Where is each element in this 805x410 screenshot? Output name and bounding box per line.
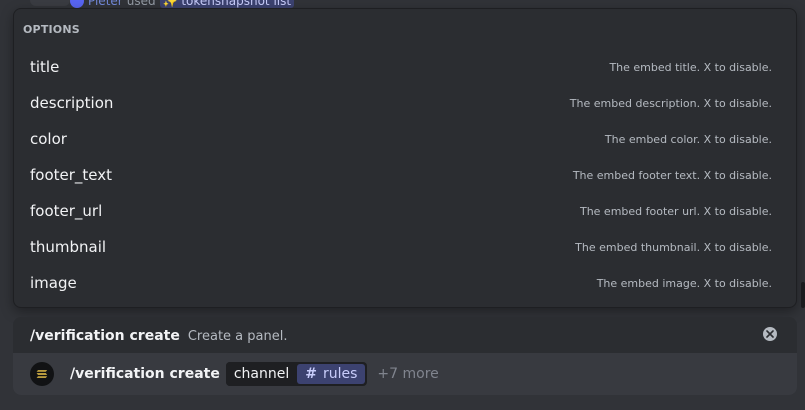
command-preview: /verification create Create a panel. xyxy=(13,317,797,355)
more-parameters-label[interactable]: +7 more xyxy=(377,366,438,382)
option-description: The embed image. X to disable. xyxy=(596,276,772,290)
background-chat-line: Pieter used ✨ tokensnapshot list xyxy=(70,0,295,8)
option-description: The embed description. X to disable. xyxy=(569,96,772,110)
option-name: footer_text xyxy=(30,166,113,184)
command-input-bar[interactable]: /verification create channel # rules +7 … xyxy=(13,353,797,395)
option-description: The embed footer text. X to disable. xyxy=(572,168,772,182)
options-panel: OPTIONS title The embed title. X to disa… xyxy=(13,8,797,308)
close-icon[interactable] xyxy=(763,327,777,341)
parameter-value-channel-mention[interactable]: # rules xyxy=(297,364,366,384)
command-preview-name: /verification create xyxy=(30,328,180,344)
background-username[interactable]: Pieter xyxy=(88,0,123,8)
option-footer-url[interactable]: footer_url The embed footer url. X to di… xyxy=(14,193,796,229)
option-name: description xyxy=(30,94,114,112)
option-image[interactable]: image The embed image. X to disable. xyxy=(14,265,796,301)
option-color[interactable]: color The embed color. X to disable. xyxy=(14,121,796,157)
option-name: thumbnail xyxy=(30,238,107,256)
option-name: color xyxy=(30,130,67,148)
command-preview-description: Create a panel. xyxy=(187,328,288,344)
option-thumbnail[interactable]: thumbnail The embed thumbnail. X to disa… xyxy=(14,229,796,265)
command-panel: /verification create Create a panel. /ve… xyxy=(13,317,797,395)
background-avatar xyxy=(30,0,70,6)
solana-logo-icon xyxy=(30,362,54,386)
hash-icon: # xyxy=(305,366,317,382)
parameter-name: channel xyxy=(225,362,298,386)
user-avatar-icon xyxy=(70,0,84,8)
channel-parameter-pill[interactable]: channel # rules xyxy=(225,362,368,386)
option-description: The embed title. X to disable. xyxy=(609,60,772,74)
options-header: OPTIONS xyxy=(23,23,80,36)
option-name: image xyxy=(30,274,77,292)
parameter-value-text: rules xyxy=(322,366,358,382)
command-input-name: /verification create xyxy=(70,366,220,382)
option-title[interactable]: title The embed title. X to disable. xyxy=(14,49,796,85)
option-description: The embed color. X to disable. xyxy=(604,132,772,146)
option-footer-text[interactable]: footer_text The embed footer text. X to … xyxy=(14,157,796,193)
background-verb: used xyxy=(126,0,156,8)
option-name: footer_url xyxy=(30,202,103,220)
background-command-mention[interactable]: ✨ tokensnapshot list xyxy=(159,0,295,8)
option-description: The embed thumbnail. X to disable. xyxy=(575,240,772,254)
option-description: The embed footer url. X to disable. xyxy=(579,204,772,218)
option-name: title xyxy=(30,58,60,76)
option-description[interactable]: description The embed description. X to … xyxy=(14,85,796,121)
scrollbar-thumb[interactable] xyxy=(801,282,805,308)
